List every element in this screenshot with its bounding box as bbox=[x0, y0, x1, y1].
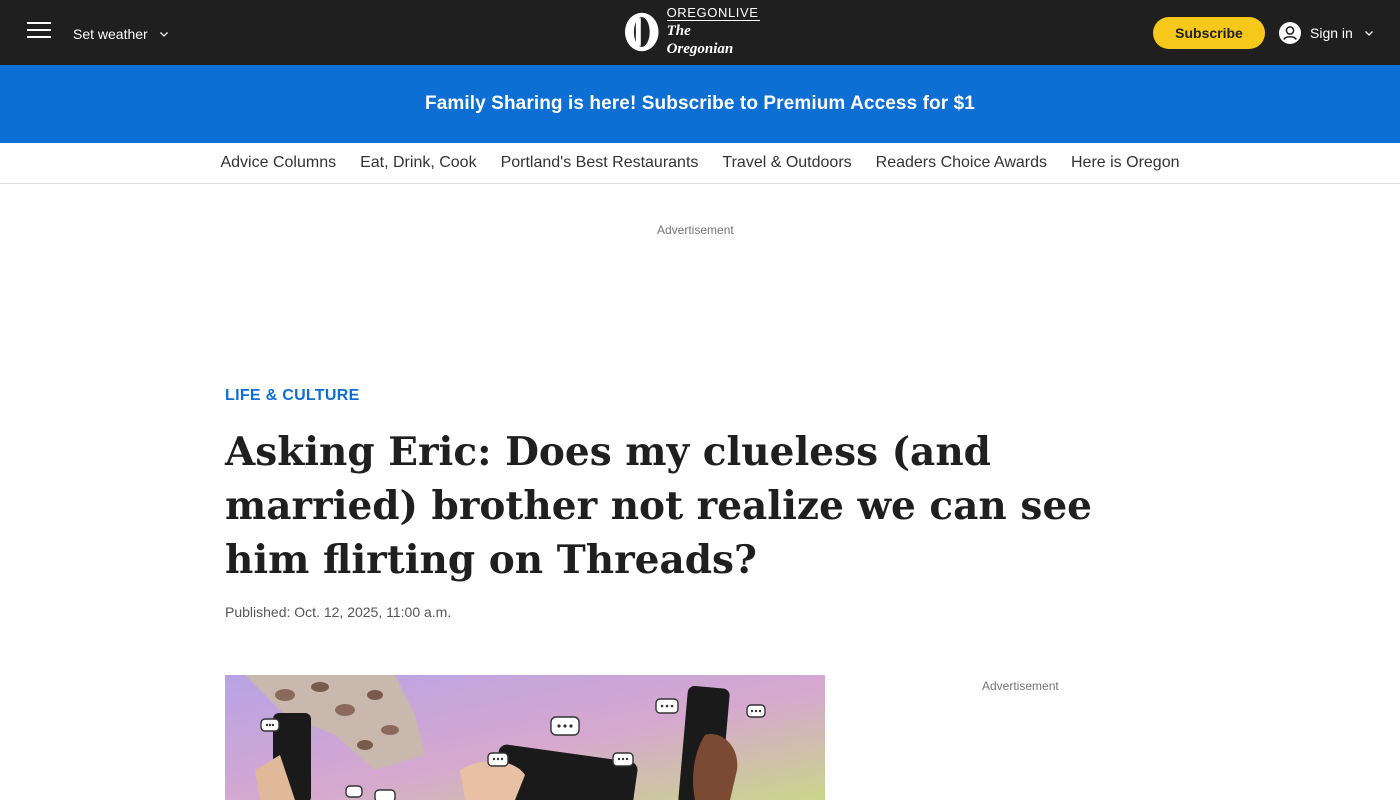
article-headline: Asking Eric: Does my clueless (and marri… bbox=[225, 429, 1092, 583]
nav-item-eat-drink-cook[interactable]: Eat, Drink, Cook bbox=[360, 154, 476, 172]
section-kicker[interactable]: LIFE & CULTURE bbox=[225, 387, 360, 405]
set-weather-button[interactable]: Set weather bbox=[73, 24, 170, 44]
logo-oregonlive-text: OREGONLIVE bbox=[666, 5, 759, 20]
hero-illustration bbox=[225, 675, 825, 800]
nav-item-travel-outdoors[interactable]: Travel & Outdoors bbox=[722, 154, 851, 172]
logo-oregonian-text: The Oregonian bbox=[666, 20, 760, 58]
published-date: Oct. 12, 2025, 11:00 a.m. bbox=[294, 604, 452, 620]
article-hero-image[interactable] bbox=[225, 675, 825, 800]
published-timestamp: Published: Oct. 12, 2025, 11:00 a.m. bbox=[225, 604, 451, 620]
nav-item-portlands-best-restaurants[interactable]: Portland's Best Restaurants bbox=[501, 154, 699, 172]
chevron-down-icon bbox=[1364, 31, 1373, 36]
promo-link[interactable]: Family Sharing is here! Subscribe to Pre… bbox=[425, 93, 975, 115]
subscribe-button[interactable]: Subscribe bbox=[1153, 17, 1265, 49]
nav-item-advice-columns[interactable]: Advice Columns bbox=[220, 154, 336, 172]
sign-in-button[interactable]: Sign in bbox=[1279, 21, 1375, 45]
promo-banner: Family Sharing is here! Subscribe to Pre… bbox=[0, 65, 1400, 143]
set-weather-label: Set weather bbox=[73, 26, 148, 42]
nav-item-readers-choice-awards[interactable]: Readers Choice Awards bbox=[876, 154, 1047, 172]
user-icon bbox=[1279, 22, 1301, 44]
hamburger-menu-icon[interactable] bbox=[27, 22, 51, 42]
side-ad-label: Advertisement bbox=[982, 679, 1059, 693]
top-header: Set weather OREGONLIVE The Oregonian Sub… bbox=[0, 0, 1400, 65]
top-ad-label: Advertisement bbox=[657, 223, 734, 237]
nav-item-here-is-oregon[interactable]: Here is Oregon bbox=[1071, 154, 1180, 172]
oregonian-o-logo bbox=[624, 12, 659, 52]
published-label: Published: bbox=[225, 604, 295, 620]
site-logo[interactable]: OREGONLIVE The Oregonian bbox=[624, 6, 760, 57]
section-nav: Advice Columns Eat, Drink, Cook Portland… bbox=[0, 143, 1400, 184]
chevron-down-icon bbox=[159, 32, 168, 37]
sign-in-label: Sign in bbox=[1310, 25, 1353, 41]
